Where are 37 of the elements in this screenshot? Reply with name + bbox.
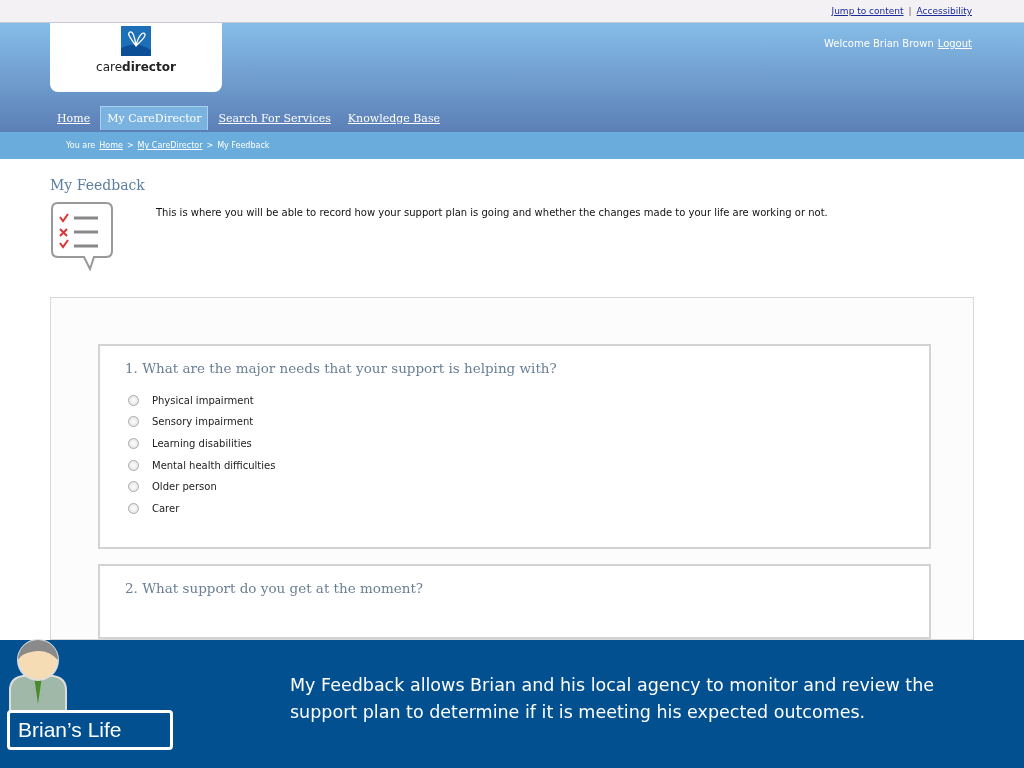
- option-label: Older person: [152, 481, 217, 493]
- question-title: 1. What are the major needs that your support is helping with?: [125, 360, 558, 377]
- nav-tab[interactable]: My CareDirector: [100, 105, 209, 130]
- caption-text: My Feedback allows Brian and his local agency to monitor and review the support plan to determine if it is meeting his expected outcomes.: [290, 674, 935, 724]
- breadcrumb-prefix: You are: [66, 141, 96, 151]
- option-label: Physical impairment: [152, 394, 254, 406]
- radio-button[interactable]: [128, 416, 139, 428]
- option-label: Mental health difficulties: [152, 459, 276, 471]
- radio-button[interactable]: [128, 502, 139, 514]
- radio-button[interactable]: [128, 459, 139, 471]
- person-avatar-icon: [7, 638, 69, 712]
- nav-tab[interactable]: Search For Services: [211, 105, 338, 130]
- breadcrumb-current: My Feedback: [217, 141, 270, 151]
- nav-tab[interactable]: Knowledge Base: [340, 105, 448, 130]
- option-label: Carer: [152, 502, 180, 514]
- caption-label: Brian’s Life: [7, 710, 173, 750]
- breadcrumb-separator: >: [206, 141, 214, 151]
- page-title: My Feedback: [50, 177, 146, 194]
- nav-tab[interactable]: Home: [50, 105, 98, 130]
- radio-button[interactable]: [128, 481, 139, 493]
- checklist-icon: [50, 199, 116, 272]
- butterfly-icon: [121, 25, 151, 56]
- logo: caredirector: [50, 22, 222, 92]
- option-label: Sensory impairment: [152, 416, 254, 428]
- breadcrumb-link[interactable]: My CareDirector: [137, 141, 203, 151]
- radio-button[interactable]: [128, 394, 139, 406]
- top-link[interactable]: Jump to content: [831, 5, 904, 16]
- intro-text: This is where you will be able to record how your support plan is going and whether the changes made to your life are working or not.: [156, 207, 828, 219]
- welcome-text: Welcome Brian Brown: [824, 37, 934, 49]
- top-link[interactable]: Accessibility: [916, 5, 972, 16]
- logout-link[interactable]: Logout: [937, 37, 972, 49]
- link-separator: |: [908, 5, 912, 16]
- option-label: Learning disabilities: [152, 437, 252, 449]
- radio-button[interactable]: [128, 437, 139, 449]
- breadcrumb-link[interactable]: Home: [99, 141, 123, 151]
- question-title: 2. What support do you get at the moment?: [125, 580, 425, 596]
- breadcrumb-separator: >: [126, 141, 134, 151]
